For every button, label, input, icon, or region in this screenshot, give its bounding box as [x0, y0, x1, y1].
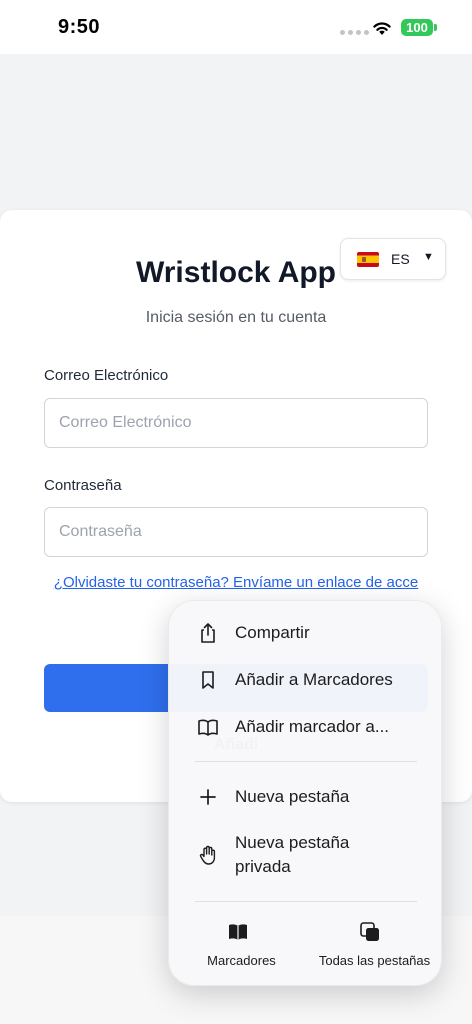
hand-icon: [199, 845, 216, 865]
signal-dots-icon: [340, 30, 369, 35]
all-tabs-label: Todas las pestañas: [318, 953, 431, 968]
open-book-icon: [198, 719, 218, 736]
wifi-icon: [373, 22, 391, 35]
bookmarks-icon: [229, 924, 247, 940]
bookmarks-button[interactable]: Marcadores: [169, 911, 306, 971]
menu-item-add-bookmark[interactable]: Añadir a Marcadores: [169, 658, 443, 702]
menu-item-label: Nueva pestaña privada: [235, 833, 350, 876]
menu-divider: [195, 901, 417, 902]
menu-item-label: Añadir marcador a...: [235, 717, 390, 736]
battery-tip: [434, 24, 437, 31]
bookmarks-label: Marcadores: [207, 953, 276, 968]
password-label: Contraseña: [44, 477, 122, 494]
menu-item-label: Compartir: [235, 623, 310, 642]
share-icon: [201, 623, 215, 643]
menu-item-label: Añadir a Marcadores: [235, 670, 393, 689]
language-selector[interactable]: ES ▼: [340, 238, 446, 280]
all-tabs-button[interactable]: Todas las pestañas: [306, 911, 443, 971]
caret-down-icon: ▼: [423, 251, 434, 263]
email-label: Correo Electrónico: [44, 367, 169, 384]
menu-item-add-bookmark-to[interactable]: Añadir marcador a...: [169, 705, 443, 749]
tabs-icon: [360, 922, 379, 941]
battery-indicator: 100: [401, 19, 433, 36]
menu-item-share[interactable]: Compartir: [169, 611, 443, 655]
menu-divider: [195, 761, 417, 762]
menu-item-new-tab[interactable]: Nueva pestaña: [169, 775, 443, 819]
status-bar: 9:50 100: [0, 0, 472, 54]
spain-flag-icon: [357, 252, 379, 267]
bookmark-icon: [202, 671, 214, 689]
plus-icon: [200, 789, 216, 805]
share-menu: Compartir Añadir a Marcadores Añadir mar…: [168, 600, 442, 986]
status-time: 9:50: [58, 16, 101, 38]
forgot-password-link[interactable]: ¿Olvidaste tu contraseña? Envíame un enl…: [52, 572, 420, 593]
login-subtitle: Inicia sesión en tu cuenta: [145, 309, 327, 326]
language-code: ES: [391, 251, 410, 267]
password-field[interactable]: [44, 507, 428, 557]
menu-item-new-private-tab[interactable]: Nueva pestaña privada: [169, 831, 443, 883]
email-field[interactable]: [44, 398, 428, 448]
menu-item-label: Nueva pestaña: [235, 787, 350, 806]
